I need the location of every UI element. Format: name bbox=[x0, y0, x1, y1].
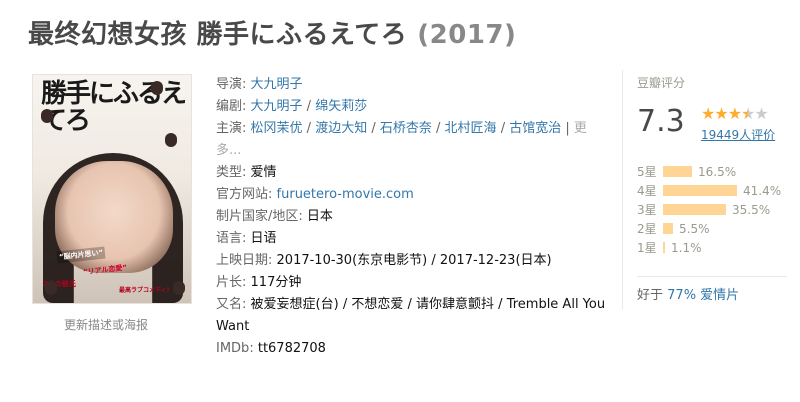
language-row: 语言: 日语 bbox=[216, 228, 611, 250]
rating-bar-percent: 5.5% bbox=[679, 221, 710, 236]
rating-panel: 豆瓣评分 7.3 ★★★★★ 19449人评价 5星 16.5% 4星 41.4% … bbox=[622, 70, 792, 310]
imdb-row: IMDb: tt6782708 bbox=[216, 338, 611, 360]
director-link[interactable]: 大九明子 bbox=[251, 77, 303, 92]
star-half-icon: ★ bbox=[741, 104, 755, 123]
genre-value: 爱情 bbox=[250, 165, 277, 180]
poster-cast-figure bbox=[173, 281, 185, 295]
rating-bar-label: 1星 bbox=[637, 241, 657, 255]
cast-link[interactable]: 渡边大知 bbox=[315, 121, 367, 136]
cast-link[interactable]: 松冈茉优 bbox=[251, 121, 303, 136]
update-poster-link[interactable]: 更新描述或海报 bbox=[64, 316, 148, 333]
site-row: 官方网站: furuetero-movie.com bbox=[216, 184, 611, 206]
star-full-icon: ★ bbox=[701, 104, 715, 123]
movie-year: (2017) bbox=[417, 20, 517, 50]
better-than-link[interactable]: 77% 爱情片 bbox=[667, 288, 739, 303]
runtime-row: 片长: 117分钟 bbox=[216, 272, 611, 294]
rating-bar-row[interactable]: 5星 16.5% bbox=[637, 162, 781, 181]
aka-row: 又名: 被爱妄想症(台) / 不想恋爱 / 请你肆意颤抖 / Tremble A… bbox=[216, 297, 606, 334]
rating-bar-percent: 41.4% bbox=[743, 183, 782, 198]
country-label: 制片国家/地区: bbox=[216, 209, 303, 224]
rating-bar-label: 2星 bbox=[637, 222, 657, 236]
rating-score: 7.3 bbox=[637, 104, 685, 139]
rating-bar-row[interactable]: 1星 1.1% bbox=[637, 238, 781, 257]
rating-stars: ★★★★★ bbox=[701, 104, 769, 123]
director-label: 导演 bbox=[216, 77, 243, 92]
aka-value: 不想恋爱 bbox=[351, 297, 404, 312]
vote-count-link[interactable]: 19449人评价 bbox=[701, 126, 775, 143]
runtime-value: 117分钟 bbox=[250, 275, 302, 290]
release-date: 2017-10-30(东京电影节) bbox=[276, 253, 428, 268]
divider bbox=[637, 276, 787, 277]
genre-label: 类型: bbox=[216, 165, 247, 180]
country-row: 制片国家/地区: 日本 bbox=[216, 206, 611, 228]
rating-bar-row[interactable]: 3星 35.5% bbox=[637, 200, 781, 219]
official-site-link[interactable]: furuetero-movie.com bbox=[277, 187, 414, 202]
star-full-icon: ★ bbox=[714, 104, 728, 123]
poster-cast-figure bbox=[41, 109, 53, 123]
aka-value: 请你肆意颤抖 bbox=[416, 297, 495, 312]
cast-row: 主演: 松冈茉优 / 渡边大知 / 石桥杏奈 / 北村匠海 / 古馆宽治 | 更… bbox=[216, 121, 587, 158]
writer-link[interactable]: 绵矢莉莎 bbox=[315, 99, 367, 114]
poster-cast-figure bbox=[165, 133, 177, 147]
runtime-label: 片长: bbox=[216, 275, 247, 290]
rating-bar-label: 4星 bbox=[637, 184, 657, 198]
director-row: 导演: 大九明子 bbox=[216, 77, 303, 92]
rating-bar-percent: 1.1% bbox=[671, 240, 702, 255]
rating-bar-label: 3星 bbox=[637, 203, 657, 217]
poster-japanese-title: 勝手にふるえてろ bbox=[41, 79, 187, 137]
movie-info: 导演: 大九明子 编剧: 大九明子 / 绵矢莉莎 主演: 松冈茉优 / 渡边大知… bbox=[216, 74, 611, 360]
rating-bar-fill bbox=[663, 242, 665, 253]
rating-bar-row[interactable]: 4星 41.4% bbox=[637, 181, 781, 200]
cast-link[interactable]: 北村匠海 bbox=[445, 121, 497, 136]
cast-label: 主演 bbox=[216, 121, 243, 136]
poster-cast-figure bbox=[151, 81, 163, 95]
rating-bar-row[interactable]: 2星 5.5% bbox=[637, 219, 781, 238]
rating-bar-fill bbox=[663, 204, 726, 215]
aka-value: 被爱妄想症(台) bbox=[250, 297, 339, 312]
imdb-id: tt6782708 bbox=[257, 341, 326, 356]
star-full-icon: ★ bbox=[727, 104, 742, 123]
rating-bar-fill bbox=[663, 185, 737, 196]
writer-label: 编剧 bbox=[216, 99, 243, 114]
language-label: 语言: bbox=[216, 231, 247, 246]
star-empty-icon: ★ bbox=[754, 104, 768, 123]
rating-bar-percent: 35.5% bbox=[732, 202, 771, 217]
aka-label: 又名: bbox=[216, 297, 247, 312]
imdb-label: IMDb: bbox=[216, 341, 254, 356]
site-label: 官方网站: bbox=[216, 187, 273, 202]
rating-bar-fill bbox=[663, 166, 692, 177]
movie-poster[interactable]: 勝手にふるえてろ “脳内片思い” “リアル恋愛” 2人の彼氏 最高ラブコメディ! bbox=[32, 74, 192, 304]
rating-bar-label: 5星 bbox=[637, 165, 657, 179]
writer-link[interactable]: 大九明子 bbox=[251, 99, 303, 114]
better-than: 好于 77% 爱情片 bbox=[637, 284, 739, 303]
movie-title: 最终幻想女孩 勝手にふるえてろ bbox=[28, 20, 408, 50]
release-label: 上映日期: bbox=[216, 253, 273, 268]
country-value: 日本 bbox=[306, 209, 333, 224]
better-than-prefix: 好于 bbox=[637, 288, 664, 303]
language-value: 日语 bbox=[250, 231, 277, 246]
writer-row: 编剧: 大九明子 / 绵矢莉莎 bbox=[216, 99, 368, 114]
poster-cast-figure bbox=[45, 281, 57, 295]
genre-row: 类型: 爱情 bbox=[216, 162, 611, 184]
rating-distribution: 5星 16.5% 4星 41.4% 3星 35.5% 2星 5.5% 1星 1.1% bbox=[637, 162, 781, 257]
release-row: 上映日期: 2017-10-30(东京电影节) / 2017-12-23(日本) bbox=[216, 253, 552, 268]
rating-bar-fill bbox=[663, 223, 673, 234]
cast-link[interactable]: 古馆宽治 bbox=[509, 121, 561, 136]
release-date: 2017-12-23(日本) bbox=[439, 253, 552, 268]
cast-link[interactable]: 石桥杏奈 bbox=[380, 121, 432, 136]
rating-bar-percent: 16.5% bbox=[698, 164, 737, 179]
poster-tag: 最高ラブコメディ! bbox=[119, 287, 170, 294]
page-title: 最终幻想女孩 勝手にふるえてろ (2017) bbox=[28, 14, 516, 51]
rating-title: 豆瓣评分 bbox=[637, 76, 686, 90]
